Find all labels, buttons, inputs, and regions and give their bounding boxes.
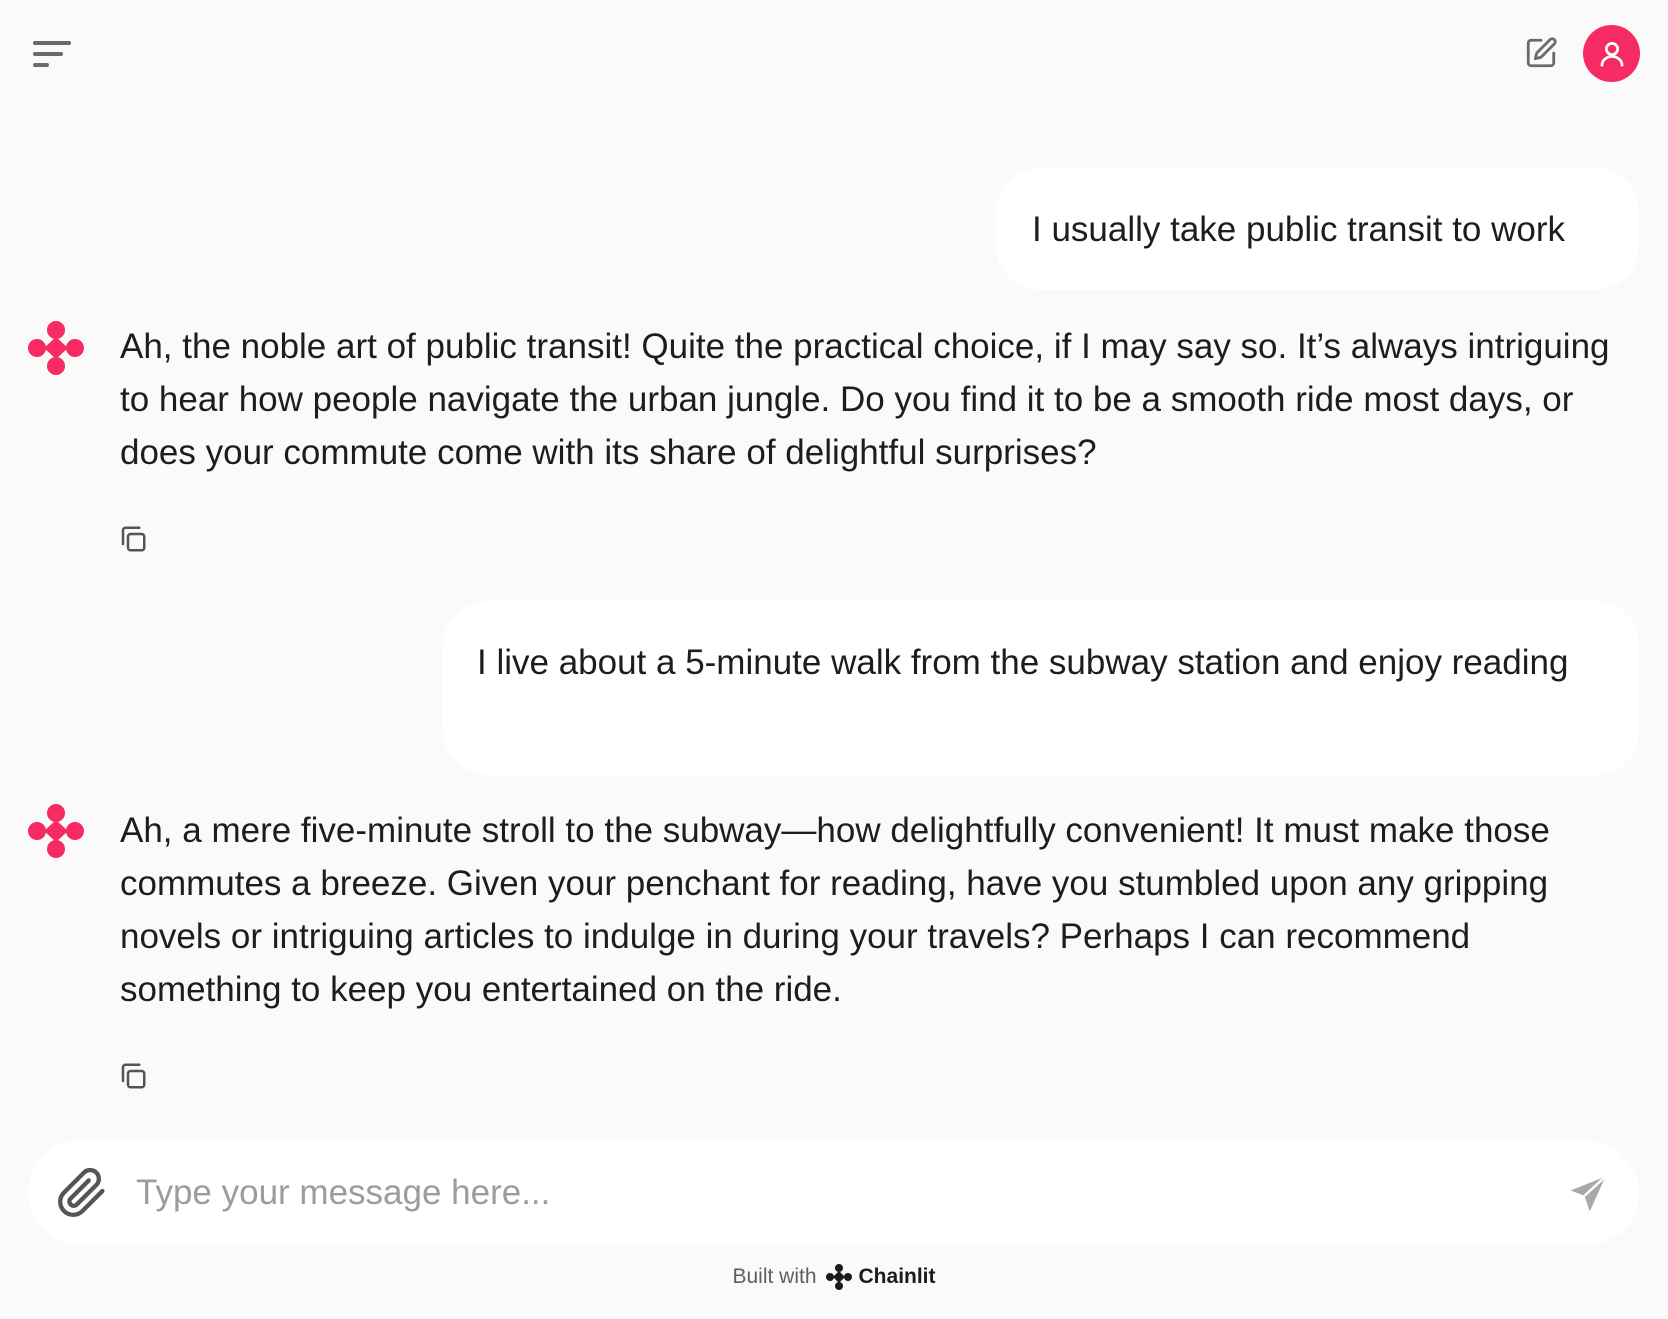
assistant-message-text: Ah, a mere five-minute stroll to the sub… [120, 811, 1550, 1009]
user-message-text: I live about a 5-minute walk from the su… [477, 643, 1569, 682]
message-composer [28, 1141, 1639, 1245]
top-bar [0, 0, 1668, 110]
new-chat-button[interactable] [1522, 33, 1560, 73]
user-icon [1600, 41, 1623, 67]
user-message-text: I usually take public transit to work [1032, 210, 1566, 249]
edit-icon [1526, 37, 1557, 68]
paperclip-icon [58, 1167, 105, 1217]
copy-message-button[interactable] [116, 1059, 150, 1093]
sidebar-toggle-button[interactable] [28, 34, 76, 74]
message-input[interactable] [136, 1163, 1536, 1223]
user-message-bubble: I usually take public transit to work [996, 168, 1639, 290]
user-message-bubble: I live about a 5-minute walk from the su… [443, 601, 1639, 775]
built-with-chainlit-link[interactable]: Built with Chainlit [732, 1263, 936, 1291]
assistant-message-text: Ah, the noble art of public transit! Qui… [120, 327, 1610, 472]
footer-brand: Chainlit [858, 1265, 936, 1288]
footer: Built with Chainlit [0, 1260, 1668, 1294]
footer-prefix: Built with [732, 1265, 817, 1288]
copy-message-button[interactable] [116, 522, 150, 556]
copy-icon [121, 1063, 146, 1089]
copy-icon [121, 526, 146, 552]
user-avatar-button[interactable] [1583, 25, 1640, 82]
assistant-avatar-icon [28, 804, 84, 858]
attach-file-button[interactable] [54, 1165, 110, 1221]
assistant-avatar-icon [28, 321, 84, 375]
chainlit-logo-icon [825, 1264, 852, 1290]
sidebar-toggle-icon [33, 41, 71, 67]
send-icon [1570, 1175, 1607, 1212]
send-button[interactable] [1563, 1169, 1613, 1219]
